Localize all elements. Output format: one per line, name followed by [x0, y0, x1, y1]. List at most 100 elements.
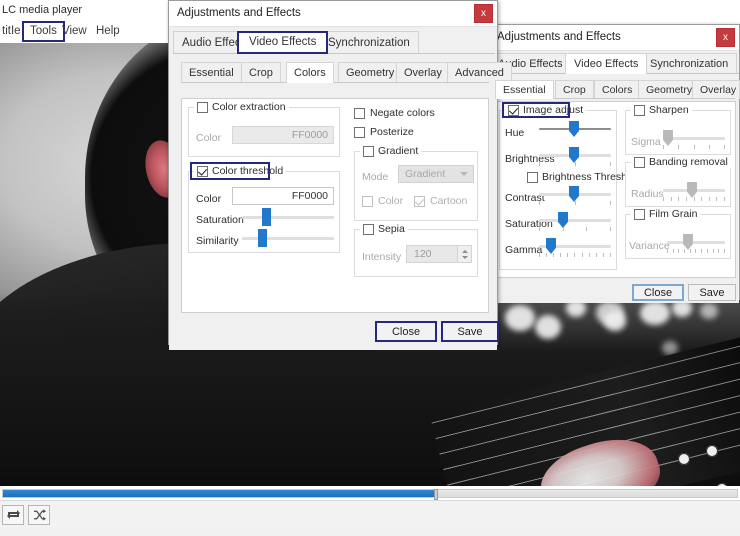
negate-colors-row[interactable]: Negate colors: [354, 107, 435, 119]
gradient-legend[interactable]: Gradient: [360, 145, 421, 157]
gradient-cartoon-label: Cartoon: [430, 195, 467, 207]
main-sub-tabs: Essential Crop Colors Geometry Overlay A…: [181, 62, 489, 83]
subtab-geometry[interactable]: Geometry: [638, 80, 700, 99]
negate-colors-checkbox[interactable]: [354, 108, 365, 119]
gradient-color-checkbox[interactable]: [362, 196, 373, 207]
subtab-overlay[interactable]: Overlay: [692, 80, 740, 99]
stepper-buttons[interactable]: [457, 246, 471, 262]
secondary-close-button[interactable]: Close: [632, 284, 684, 301]
chevron-down-icon: [460, 172, 468, 176]
seek-bar-container[interactable]: [0, 486, 740, 500]
gradient-cartoon-checkbox[interactable]: [414, 196, 425, 207]
contrast-slider[interactable]: [539, 187, 611, 201]
brightness-slider[interactable]: [539, 148, 611, 162]
tab-synchronization[interactable]: Synchronization: [641, 53, 737, 74]
subtab-overlay[interactable]: Overlay: [396, 62, 450, 83]
secondary-save-button[interactable]: Save: [688, 284, 736, 301]
sepia-intensity-label: Intensity: [362, 251, 401, 263]
posterize-row[interactable]: Posterize: [354, 126, 414, 138]
gradient-checkbox[interactable]: [363, 146, 374, 157]
main-save-button[interactable]: Save: [441, 321, 499, 342]
main-tabs: Audio Effects Video Effects Synchronizat…: [173, 31, 495, 54]
secondary-dialog-body: Audio Effects Video Effects Synchronizat…: [489, 53, 739, 303]
sepia-intensity-stepper[interactable]: 120: [406, 245, 472, 263]
main-dialog-titlebar[interactable]: Adjustments and Effects x: [169, 1, 497, 27]
gradient-cartoon-row[interactable]: Cartoon: [414, 195, 467, 207]
sepia-legend[interactable]: Sepia: [360, 223, 408, 235]
subtab-crop[interactable]: Crop: [555, 80, 594, 99]
seek-bar-fill: [3, 490, 436, 497]
variance-label: Variance: [629, 240, 670, 252]
subtab-crop[interactable]: Crop: [241, 62, 281, 83]
brightness-threshold-checkbox[interactable]: [527, 172, 538, 183]
tab-video-effects[interactable]: Video Effects: [565, 53, 647, 74]
secondary-dialog-title: Adjustments and Effects: [497, 31, 621, 43]
color-extraction-legend[interactable]: Color extraction: [194, 101, 289, 113]
sigma-label: Sigma: [631, 136, 661, 148]
menu-item-help[interactable]: Help: [90, 23, 126, 40]
color-extraction-checkbox[interactable]: [197, 102, 208, 113]
adjustments-and-effects-dialog-secondary[interactable]: Adjustments and Effects x Audio Effects …: [488, 24, 740, 300]
gradient-color-label: Color: [378, 195, 403, 207]
saturation-slider[interactable]: [539, 213, 611, 227]
seek-bar-handle[interactable]: [434, 489, 438, 500]
close-icon[interactable]: x: [716, 28, 735, 47]
subtab-colors[interactable]: Colors: [594, 80, 640, 99]
color-threshold-label: Color threshold: [212, 165, 283, 177]
secondary-essential-panel: Image adjust Hue Brightness: [494, 101, 736, 278]
color-extraction-label: Color extraction: [212, 101, 286, 113]
color-extraction-color-field[interactable]: FF0000: [232, 126, 334, 144]
sigma-slider[interactable]: [663, 131, 725, 145]
loop-icon[interactable]: [2, 505, 24, 525]
film-grain-label: Film Grain: [649, 208, 697, 220]
radius-slider[interactable]: [663, 183, 725, 197]
subtab-essential[interactable]: Essential: [181, 62, 242, 83]
gradient-mode-label: Mode: [362, 171, 388, 183]
subtab-geometry[interactable]: Geometry: [338, 62, 402, 83]
banding-removal-checkbox[interactable]: [634, 157, 645, 168]
image-adjust-legend[interactable]: Image adjust: [505, 104, 586, 116]
gamma-slider[interactable]: [539, 239, 611, 253]
sepia-label: Sepia: [378, 223, 405, 235]
image-adjust-label: Image adjust: [523, 104, 583, 116]
sepia-checkbox[interactable]: [363, 224, 374, 235]
color-threshold-checkbox[interactable]: [197, 166, 208, 177]
posterize-checkbox[interactable]: [354, 127, 365, 138]
seek-bar-track[interactable]: [2, 489, 738, 498]
secondary-dialog-titlebar[interactable]: Adjustments and Effects x: [489, 25, 739, 51]
gradient-group: [354, 151, 478, 221]
radius-label: Radius: [631, 188, 664, 200]
color-threshold-color-field[interactable]: FF0000: [232, 187, 334, 205]
brightness-threshold-row[interactable]: Brightness Threshold: [527, 171, 641, 183]
secondary-sub-tabs: Essential Crop Colors Geometry Overlay A…: [495, 80, 735, 99]
gradient-mode-select[interactable]: Gradient: [398, 165, 474, 183]
image-adjust-checkbox[interactable]: [508, 105, 519, 116]
hue-slider[interactable]: [539, 122, 611, 136]
tab-video-effects[interactable]: Video Effects: [237, 31, 328, 54]
secondary-main-tabs: Audio Effects Video Effects Synchronizat…: [489, 53, 739, 74]
main-colors-panel: Color extraction Color FF0000 Color thre…: [181, 98, 489, 313]
film-grain-checkbox[interactable]: [634, 209, 645, 220]
hue-label: Hue: [505, 127, 524, 139]
sharpen-legend[interactable]: Sharpen: [631, 104, 692, 116]
adjustments-and-effects-dialog-main[interactable]: Adjustments and Effects x Audio Effects …: [168, 0, 498, 345]
screen: LC media player titIe Tools View Help: [0, 0, 740, 536]
variance-slider[interactable]: [667, 235, 725, 249]
color-threshold-legend[interactable]: Color threshold: [194, 165, 286, 177]
banding-removal-legend[interactable]: Banding removal: [631, 156, 731, 168]
posterize-label: Posterize: [370, 126, 414, 138]
sharpen-checkbox[interactable]: [634, 105, 645, 116]
subtab-essential[interactable]: Essential: [495, 80, 554, 99]
subtab-colors[interactable]: Colors: [286, 62, 334, 83]
color-threshold-similarity-slider[interactable]: [242, 230, 334, 246]
shuffle-icon[interactable]: [28, 505, 50, 525]
film-grain-legend[interactable]: Film Grain: [631, 208, 700, 220]
gradient-color-row[interactable]: Color: [362, 195, 403, 207]
main-dialog-body: Audio Effects Video Effects Synchronizat…: [169, 31, 497, 350]
menu-item-view[interactable]: View: [56, 23, 93, 40]
color-threshold-saturation-slider[interactable]: [242, 209, 334, 225]
tab-synchronization[interactable]: Synchronization: [319, 31, 419, 54]
close-icon[interactable]: x: [474, 4, 493, 23]
gradient-mode-value: Gradient: [405, 168, 445, 180]
main-close-button[interactable]: Close: [375, 321, 437, 342]
